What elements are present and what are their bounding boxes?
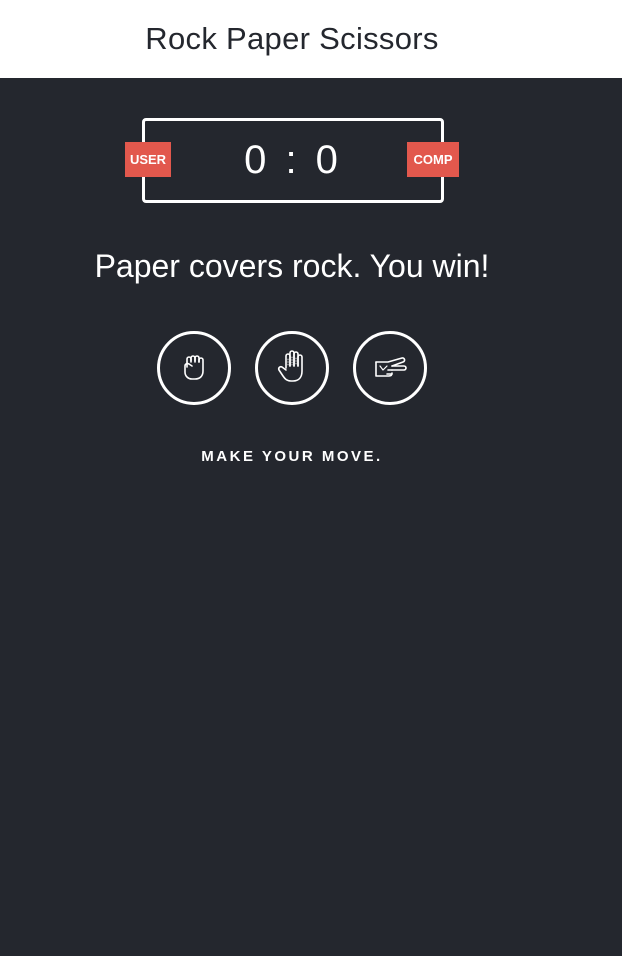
fist-icon (184, 355, 204, 380)
paper-button[interactable] (255, 331, 329, 405)
open-hand-icon (277, 350, 303, 382)
rock-button[interactable] (157, 331, 231, 405)
app-header: Rock Paper Scissors (0, 0, 622, 78)
result-message: Paper covers rock. You win! (94, 248, 490, 284)
comp-badge: COMP (407, 142, 459, 177)
scoreboard: 0 : 0 (142, 118, 444, 203)
scissors-hand-icon (375, 357, 407, 377)
scissors-button[interactable] (353, 331, 427, 405)
score-display: 0 : 0 (244, 138, 342, 182)
make-move-prompt: MAKE YOUR MOVE. (201, 448, 383, 465)
game-area: 0 : 0 USER COMP Paper covers rock. You w… (0, 78, 622, 956)
user-badge: USER (125, 142, 171, 177)
app-title: Rock Paper Scissors (145, 21, 439, 56)
